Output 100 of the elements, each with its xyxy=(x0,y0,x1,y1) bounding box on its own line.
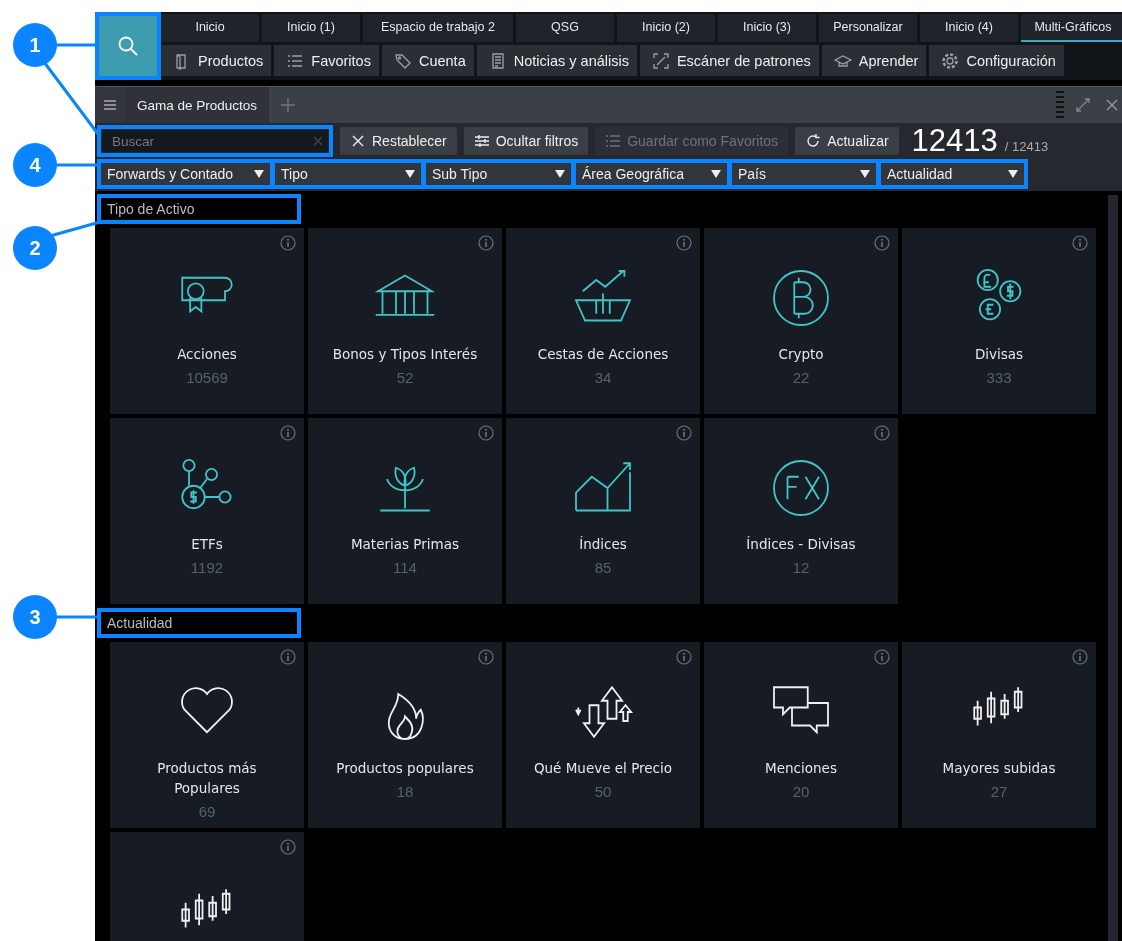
menu-item[interactable]: Productos xyxy=(161,45,272,76)
result-count: 12413 xyxy=(911,123,998,159)
drag-handle-icon[interactable] xyxy=(1056,90,1064,120)
sliders-icon xyxy=(473,133,490,149)
menu-item[interactable]: Escáner de patrones xyxy=(639,45,819,76)
workspace-tab[interactable]: Inicio xyxy=(161,14,259,42)
workspace-tab[interactable]: Multi-Gráficos xyxy=(1021,14,1122,42)
category-tile[interactable]: Crypto 22 xyxy=(704,228,898,414)
category-tile[interactable]: Productos más Populares 69 xyxy=(110,642,304,828)
scrollbar[interactable] xyxy=(1108,195,1118,941)
total-count: / 12413 xyxy=(1004,138,1049,154)
tile-count: 22 xyxy=(792,369,810,386)
info-icon[interactable] xyxy=(874,425,890,441)
menu-item[interactable]: Noticias y análisis xyxy=(476,45,637,76)
filter-dropdown[interactable]: Sub Tipo xyxy=(426,163,571,185)
menu-item[interactable]: Favoritos xyxy=(274,45,379,76)
caret-icon xyxy=(860,170,870,178)
category-tile[interactable]: Productos populares 18 xyxy=(308,642,502,828)
toolbar-button[interactable]: Actualizar xyxy=(795,127,899,155)
close-icon xyxy=(350,133,366,149)
filter-dropdown[interactable]: País xyxy=(732,163,876,185)
category-tile[interactable]: Materias Primas 114 xyxy=(308,418,502,604)
tile-count: 85 xyxy=(594,559,612,576)
info-icon[interactable] xyxy=(874,235,890,251)
tile-title: Crypto xyxy=(777,345,825,364)
tile-count: 333 xyxy=(986,369,1012,386)
info-icon[interactable] xyxy=(676,649,692,665)
tile-title: Divisas xyxy=(973,345,1025,364)
workspace-tab[interactable]: Inicio (2) xyxy=(617,14,715,42)
category-tile[interactable]: ETFs 1192 xyxy=(110,418,304,604)
tile-title: ETFs xyxy=(190,535,224,554)
toolbar-button[interactable]: Ocultar filtros xyxy=(463,127,589,155)
info-icon[interactable] xyxy=(280,649,296,665)
add-tab-icon[interactable] xyxy=(281,98,296,112)
expand-icon[interactable] xyxy=(1076,98,1090,112)
tile-count: 18 xyxy=(396,783,414,800)
category-tile[interactable]: Índices - Divisas 12 xyxy=(704,418,898,604)
filter-dropdown[interactable]: Actualidad xyxy=(881,163,1024,185)
caret-icon xyxy=(555,170,565,178)
tile-title: Índices xyxy=(578,535,628,554)
info-icon[interactable] xyxy=(280,235,296,251)
settings-icon xyxy=(941,51,960,70)
info-icon[interactable] xyxy=(478,235,494,251)
scanner-icon xyxy=(651,51,670,70)
workspace-tab[interactable]: QSG xyxy=(516,14,614,42)
caret-icon xyxy=(711,170,721,178)
menu-button[interactable] xyxy=(95,87,125,123)
category-tile[interactable]: Mayores subidas 27 xyxy=(902,642,1096,828)
info-icon[interactable] xyxy=(874,649,890,665)
section-label: Tipo de Activo xyxy=(97,194,301,224)
menu-item[interactable]: Aprender xyxy=(821,45,927,76)
info-icon[interactable] xyxy=(478,425,494,441)
caret-icon xyxy=(254,170,264,178)
category-tile[interactable]: Divisas 333 xyxy=(902,228,1096,414)
info-icon[interactable] xyxy=(280,839,296,855)
category-tile[interactable]: Acciones 10569 xyxy=(110,228,304,414)
panel-tab[interactable]: Gama de Productos xyxy=(125,87,270,123)
category-tile[interactable]: Cestas de Acciones 34 xyxy=(506,228,700,414)
tile-title: Productos más Populares xyxy=(156,759,258,798)
workspace-tab[interactable]: Inicio (1) xyxy=(262,14,360,42)
search-button[interactable] xyxy=(95,12,161,80)
tile-title: Cestas de Acciones xyxy=(536,345,670,364)
workspace-tab[interactable]: Espacio de trabajo 2 xyxy=(363,14,513,42)
workspace-tab[interactable]: Inicio (4) xyxy=(920,14,1018,42)
info-icon[interactable] xyxy=(1072,649,1088,665)
tile-count: 114 xyxy=(393,559,417,576)
workspace-tab[interactable]: Inicio (3) xyxy=(718,14,816,42)
search-field[interactable]: Buscar xyxy=(102,130,328,152)
callout-number: 1 xyxy=(13,23,57,67)
toolbar-button[interactable]: Restablecer xyxy=(340,127,457,155)
category-tile[interactable]: Bonos y Tipos Interés 52 xyxy=(308,228,502,414)
info-icon[interactable] xyxy=(676,425,692,441)
callout-number: 2 xyxy=(13,226,57,270)
tile-title: Mayores subidas xyxy=(941,759,1057,778)
filter-dropdown[interactable]: Forwards y Contado xyxy=(101,163,270,185)
info-icon[interactable] xyxy=(478,649,494,665)
tile-count: 34 xyxy=(594,369,612,386)
category-tile[interactable]: Índices 85 xyxy=(506,418,700,604)
search-icon xyxy=(117,35,139,57)
info-icon[interactable] xyxy=(1072,235,1088,251)
filter-dropdown[interactable]: Tipo xyxy=(275,163,421,185)
tile-title: Qué Mueve el Precio xyxy=(532,759,674,778)
info-icon[interactable] xyxy=(676,235,692,251)
menu-item[interactable]: Cuenta xyxy=(381,45,474,76)
tile-count: 10569 xyxy=(186,369,228,386)
tile-title: Productos populares xyxy=(335,759,475,778)
clear-icon[interactable] xyxy=(313,136,323,146)
filter-dropdown[interactable]: Área Geográfica xyxy=(576,163,727,185)
workspace-tab[interactable]: Personalizar xyxy=(819,14,917,42)
category-tile[interactable]: Menciones 20 xyxy=(704,642,898,828)
menu-item[interactable]: Configuración xyxy=(929,45,1064,76)
category-tile[interactable]: Qué Mueve el Precio 50 xyxy=(506,642,700,828)
tile-title: Índices - Divisas xyxy=(745,535,857,554)
tile-count: 69 xyxy=(198,803,216,820)
tile-title: Materias Primas xyxy=(349,535,461,554)
close-icon[interactable] xyxy=(1106,99,1118,111)
tile-count: 52 xyxy=(396,369,414,386)
callout-number: 3 xyxy=(13,595,57,639)
refresh-icon xyxy=(805,133,822,149)
info-icon[interactable] xyxy=(280,425,296,441)
